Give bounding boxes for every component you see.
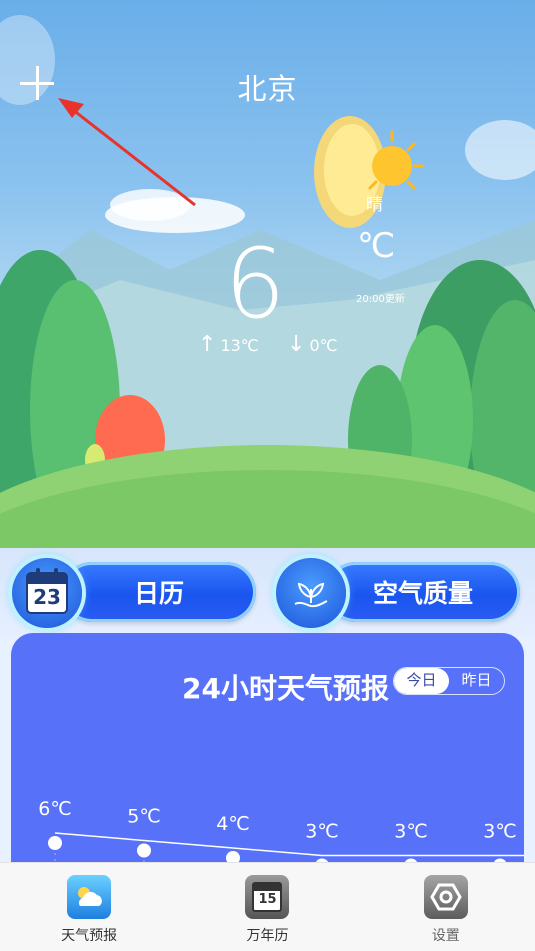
nav-weather[interactable]: 天气预报 [0, 863, 178, 951]
settings-icon [423, 875, 468, 919]
temperature-label: 4℃ [216, 813, 249, 835]
high-temperature-value: 13℃ [220, 335, 259, 355]
nav-settings-label: 设置 [431, 928, 460, 944]
arrow-up-icon: ↑ [198, 332, 217, 357]
quick-actions: 日历 23 空气质量 [0, 548, 535, 638]
temperature-label: 3℃ [394, 821, 427, 843]
temperature-label: 3℃ [483, 821, 516, 843]
temperature-label: 6℃ [38, 798, 71, 820]
temperature-point [48, 836, 62, 850]
high-temperature: ↑ 13℃ [198, 334, 259, 356]
calendar-icon: 23 [26, 572, 68, 614]
almanac-icon: 15 [245, 875, 290, 919]
calendar-badge: 23 [12, 558, 82, 628]
arrow-down-icon: ↓ [287, 332, 306, 357]
nav-weather-label: 天气预报 [61, 928, 118, 944]
temperature-line [54, 832, 524, 857]
weather-hero: 北京 晴 ℃ 20:00更新 6 ↑ 13℃ ↓ 0℃ [0, 0, 535, 548]
temperature-label: 5℃ [127, 806, 160, 828]
update-time: 20:00更新 [356, 294, 405, 305]
calendar-button-label: 日历 [62, 562, 256, 622]
almanac-icon-number: 15 [258, 892, 277, 907]
temperature-label: 3℃ [305, 821, 338, 843]
calendar-button[interactable]: 日历 23 [12, 558, 256, 628]
air-quality-badge [276, 558, 346, 628]
calendar-icon-number: 23 [33, 585, 61, 609]
air-quality-button[interactable]: 空气质量 [276, 558, 520, 628]
current-temperature: 6 [224, 228, 286, 340]
nav-almanac[interactable]: 15 万年历 [178, 863, 356, 951]
nav-settings[interactable]: 设置 [357, 863, 535, 951]
low-temperature-value: 0℃ [309, 335, 338, 355]
bottom-navigation: 天气预报 15 万年历 设置 [0, 862, 535, 951]
nav-almanac-label: 万年历 [246, 928, 289, 944]
weather-condition: 晴 [366, 195, 383, 215]
low-temperature: ↓ 0℃ [287, 334, 338, 356]
temperature-point [137, 843, 151, 858]
temperature-unit: ℃ [357, 226, 396, 266]
weather-icon [67, 875, 112, 919]
air-quality-button-label: 空气质量 [326, 562, 520, 622]
plant-hand-icon [294, 582, 328, 608]
city-name: 北京 [237, 72, 298, 106]
